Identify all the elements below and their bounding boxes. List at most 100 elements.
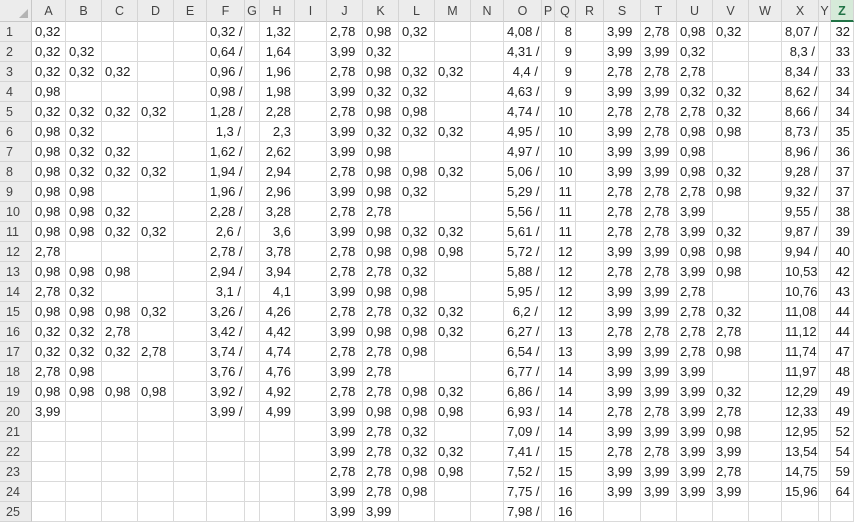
cell-i19[interactable]	[295, 382, 327, 402]
cell-y8[interactable]	[819, 162, 831, 182]
cell-r12[interactable]	[576, 242, 604, 262]
cell-j17[interactable]: 2,78	[327, 342, 363, 362]
spreadsheet-grid[interactable]: ABCDEFGHIJKLMNOPQRSTUVWXYZ 1 2 3 4 5 6 7 8 9 10 11…	[0, 0, 868, 523]
column-header-m[interactable]: M	[435, 0, 471, 22]
cell-p12[interactable]	[542, 242, 555, 262]
cell-y23[interactable]	[819, 462, 831, 482]
cell-d20[interactable]	[138, 402, 174, 422]
cell-u22[interactable]: 3,99	[677, 442, 713, 462]
row-header-24[interactable]: 24	[0, 482, 32, 502]
cell-x6[interactable]: 8,73 /	[782, 122, 819, 142]
cell-k15[interactable]: 2,78	[363, 302, 399, 322]
cell-w23[interactable]	[749, 462, 782, 482]
cell-n17[interactable]	[471, 342, 504, 362]
cell-f21[interactable]	[207, 422, 245, 442]
cell-u12[interactable]: 0,98	[677, 242, 713, 262]
cell-g9[interactable]	[245, 182, 260, 202]
cell-p9[interactable]	[542, 182, 555, 202]
cell-b3[interactable]: 0,32	[66, 62, 102, 82]
cell-m16[interactable]: 0,32	[435, 322, 471, 342]
cell-d23[interactable]	[138, 462, 174, 482]
cell-h19[interactable]: 4,92	[260, 382, 295, 402]
cell-o9[interactable]: 5,29 /	[504, 182, 542, 202]
cell-e9[interactable]	[174, 182, 207, 202]
cell-z15[interactable]: 44	[831, 302, 854, 322]
cell-d24[interactable]	[138, 482, 174, 502]
column-header-p[interactable]: P	[542, 0, 555, 22]
cell-a5[interactable]: 0,32	[32, 102, 66, 122]
cell-j8[interactable]: 2,78	[327, 162, 363, 182]
row-header-1[interactable]: 1	[0, 22, 32, 42]
cell-x8[interactable]: 9,28 /	[782, 162, 819, 182]
cell-m20[interactable]: 0,98	[435, 402, 471, 422]
cell-n12[interactable]	[471, 242, 504, 262]
cell-r23[interactable]	[576, 462, 604, 482]
row-header-11[interactable]: 11	[0, 222, 32, 242]
cell-x25[interactable]	[782, 502, 819, 522]
cell-a17[interactable]: 0,32	[32, 342, 66, 362]
cell-f7[interactable]: 1,62 /	[207, 142, 245, 162]
cell-o8[interactable]: 5,06 /	[504, 162, 542, 182]
cell-f17[interactable]: 3,74 /	[207, 342, 245, 362]
cell-l8[interactable]: 0,98	[399, 162, 435, 182]
cell-a21[interactable]	[32, 422, 66, 442]
cell-w13[interactable]	[749, 262, 782, 282]
cell-c8[interactable]: 0,32	[102, 162, 138, 182]
cell-e18[interactable]	[174, 362, 207, 382]
cell-m14[interactable]	[435, 282, 471, 302]
cell-y4[interactable]	[819, 82, 831, 102]
cell-d25[interactable]	[138, 502, 174, 522]
cell-s13[interactable]: 2,78	[604, 262, 641, 282]
cell-z21[interactable]: 52	[831, 422, 854, 442]
cell-q22[interactable]: 15	[555, 442, 576, 462]
row-header-2[interactable]: 2	[0, 42, 32, 62]
cell-v10[interactable]	[713, 202, 749, 222]
cell-j25[interactable]: 3,99	[327, 502, 363, 522]
cell-m23[interactable]: 0,98	[435, 462, 471, 482]
cell-g14[interactable]	[245, 282, 260, 302]
cell-i7[interactable]	[295, 142, 327, 162]
cell-m4[interactable]	[435, 82, 471, 102]
cell-x4[interactable]: 8,62 /	[782, 82, 819, 102]
cell-i4[interactable]	[295, 82, 327, 102]
cell-o16[interactable]: 6,27 /	[504, 322, 542, 342]
cell-v24[interactable]: 3,99	[713, 482, 749, 502]
cell-d13[interactable]	[138, 262, 174, 282]
cell-f2[interactable]: 0,64 /	[207, 42, 245, 62]
cell-d6[interactable]	[138, 122, 174, 142]
cell-p19[interactable]	[542, 382, 555, 402]
cell-k8[interactable]: 0,98	[363, 162, 399, 182]
cell-h20[interactable]: 4,99	[260, 402, 295, 422]
cell-d11[interactable]: 0,32	[138, 222, 174, 242]
cell-v14[interactable]	[713, 282, 749, 302]
cell-h22[interactable]	[260, 442, 295, 462]
cell-o14[interactable]: 5,95 /	[504, 282, 542, 302]
cell-h14[interactable]: 4,1	[260, 282, 295, 302]
cell-y12[interactable]	[819, 242, 831, 262]
cell-z25[interactable]	[831, 502, 854, 522]
cell-y6[interactable]	[819, 122, 831, 142]
cell-b23[interactable]	[66, 462, 102, 482]
cell-w21[interactable]	[749, 422, 782, 442]
cell-p24[interactable]	[542, 482, 555, 502]
cell-w14[interactable]	[749, 282, 782, 302]
column-header-w[interactable]: W	[749, 0, 782, 22]
cell-t15[interactable]: 3,99	[641, 302, 677, 322]
cell-x7[interactable]: 8,96 /	[782, 142, 819, 162]
cell-g20[interactable]	[245, 402, 260, 422]
cell-w7[interactable]	[749, 142, 782, 162]
cell-f14[interactable]: 3,1 /	[207, 282, 245, 302]
cell-m19[interactable]: 0,32	[435, 382, 471, 402]
cell-k13[interactable]: 2,78	[363, 262, 399, 282]
cell-t14[interactable]: 3,99	[641, 282, 677, 302]
cell-w12[interactable]	[749, 242, 782, 262]
cell-u8[interactable]: 0,98	[677, 162, 713, 182]
cell-n18[interactable]	[471, 362, 504, 382]
row-header-21[interactable]: 21	[0, 422, 32, 442]
cell-m2[interactable]	[435, 42, 471, 62]
cell-k4[interactable]: 0,32	[363, 82, 399, 102]
cell-p18[interactable]	[542, 362, 555, 382]
cell-d15[interactable]: 0,32	[138, 302, 174, 322]
cell-s8[interactable]: 3,99	[604, 162, 641, 182]
cell-j1[interactable]: 2,78	[327, 22, 363, 42]
